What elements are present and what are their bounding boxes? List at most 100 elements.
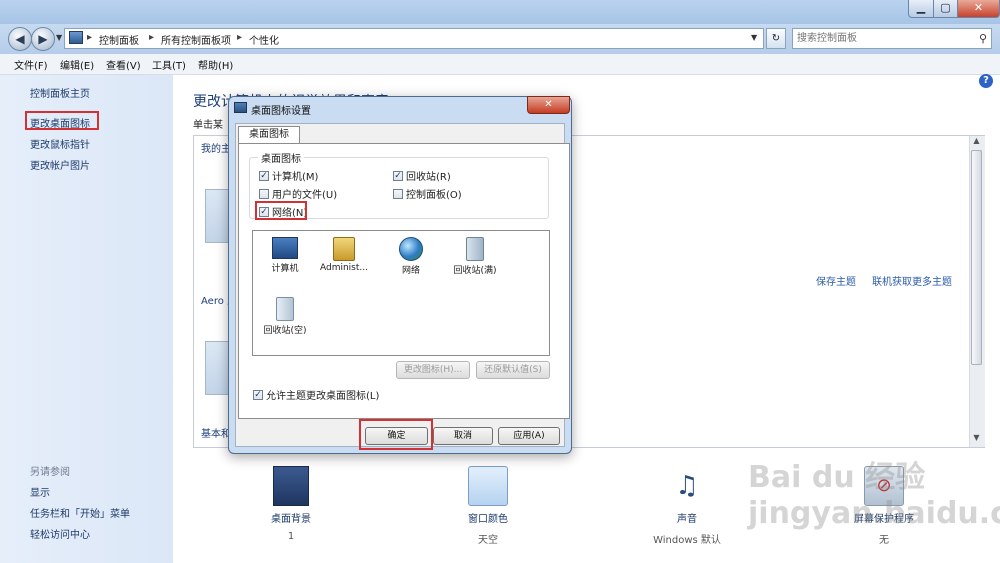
- desktop-icon-list[interactable]: 计算机 Administ... 网络 回收站(满) 回收站(空): [252, 230, 550, 356]
- breadcrumb-separator-icon: ▸: [87, 32, 93, 43]
- taskbar-start-menu-link[interactable]: 任务栏和「开始」菜单: [30, 505, 130, 520]
- forward-button[interactable]: ▶: [31, 27, 55, 51]
- dialog-title: 桌面图标设置: [251, 106, 311, 117]
- dialog-close-button[interactable]: ✕: [527, 96, 570, 114]
- menu-tools[interactable]: 工具(T): [152, 57, 186, 72]
- breadcrumb-personalization[interactable]: 个性化: [249, 32, 279, 47]
- breadcrumb-all-items[interactable]: 所有控制面板项: [161, 32, 231, 47]
- list-item-label: Administ...: [320, 263, 368, 273]
- maximize-button[interactable]: ▢: [933, 0, 958, 18]
- breadcrumb-separator-icon: ▸: [237, 32, 243, 43]
- cancel-button[interactable]: 取消: [433, 427, 493, 445]
- menu-help[interactable]: 帮助(H): [198, 57, 233, 72]
- save-theme-link[interactable]: 保存主题: [816, 273, 856, 288]
- scrollbar-thumb[interactable]: [971, 150, 982, 365]
- checkbox-user-files[interactable]: 用户的文件(U): [259, 186, 337, 201]
- menu-edit[interactable]: 编辑(E): [60, 57, 94, 72]
- list-item[interactable]: 网络: [376, 237, 446, 276]
- sounds-label: 声音: [677, 514, 697, 525]
- desktop-icon-settings-dialog: 桌面图标设置 ✕ 桌面图标 桌面图标 ✓ 计算机(M) ✓ 回收站(R) 用户的文件…: [228, 96, 572, 454]
- window-color-label: 窗口颜色: [468, 514, 508, 525]
- back-button[interactable]: ◀: [8, 27, 32, 51]
- window-color-icon: [468, 466, 508, 506]
- my-themes-heading: 我的主: [201, 144, 231, 155]
- get-more-themes-link[interactable]: 联机获取更多主题: [872, 273, 952, 288]
- see-also-heading: 另请参阅: [30, 467, 70, 478]
- breadcrumb-separator-icon: ▸: [149, 32, 155, 43]
- checkbox-allow-themes[interactable]: ✓ 允许主题更改桌面图标(L): [253, 387, 379, 402]
- window-titlebar: [0, 0, 1000, 24]
- scroll-down-icon[interactable]: ▼: [969, 433, 984, 447]
- sounds-item[interactable]: ♫ 声音 Windows 默认: [627, 466, 747, 546]
- restore-default-button[interactable]: 还原默认值(S): [476, 361, 550, 379]
- list-item[interactable]: 回收站(满): [440, 237, 510, 276]
- minimize-button[interactable]: ▁: [908, 0, 934, 18]
- desktop-background-item[interactable]: 桌面背景 1: [231, 466, 351, 542]
- recycle-bin-full-icon: [466, 237, 484, 261]
- checkbox-label: 用户的文件(U): [272, 190, 338, 201]
- recycle-bin-empty-icon: [276, 297, 294, 321]
- list-item-label: 回收站(满): [453, 266, 497, 276]
- checkbox-unchecked-icon: [393, 188, 403, 199]
- address-field[interactable]: ▸ 控制面板 ▸ 所有控制面板项 ▸ 个性化 ▼: [64, 28, 764, 49]
- list-item-label: 网络: [401, 266, 420, 276]
- computer-icon: [272, 237, 298, 259]
- checkbox-unchecked-icon: [259, 188, 269, 199]
- page-subtitle: 单击某: [193, 120, 223, 131]
- checkbox-checked-icon: ✓: [259, 170, 269, 181]
- window-color-value: 天空: [478, 535, 498, 546]
- checkbox-recycle-bin[interactable]: ✓ 回收站(R): [393, 168, 451, 183]
- display-link[interactable]: 显示: [30, 484, 50, 499]
- checkbox-computer[interactable]: ✓ 计算机(M): [259, 168, 318, 183]
- window-close-button[interactable]: ✕: [957, 0, 1000, 18]
- address-dropdown-icon[interactable]: ▼: [751, 33, 757, 42]
- list-item-label: 回收站(空): [263, 326, 307, 336]
- checkbox-label: 计算机(M): [272, 172, 319, 183]
- control-panel-icon: [69, 31, 83, 44]
- watermark-text: Bai du 经验 jingyan.baidu.com: [748, 460, 1000, 531]
- search-input[interactable]: [797, 30, 967, 47]
- change-account-picture-link[interactable]: 更改帐户图片: [30, 157, 90, 172]
- breadcrumb-control-panel[interactable]: 控制面板: [99, 32, 139, 47]
- list-item[interactable]: 回收站(空): [250, 297, 320, 336]
- sounds-icon: ♫: [675, 471, 699, 501]
- window-color-item[interactable]: 窗口颜色 天空: [428, 466, 548, 546]
- change-mouse-pointers-link[interactable]: 更改鼠标指针: [30, 136, 90, 151]
- help-icon[interactable]: ?: [979, 74, 993, 88]
- refresh-button[interactable]: ↻: [766, 28, 786, 49]
- scroll-up-icon[interactable]: ▲: [969, 136, 984, 150]
- highlight-box: [359, 419, 433, 450]
- dialog-app-icon: [234, 102, 247, 113]
- forward-arrow-icon: ▶: [38, 32, 48, 46]
- search-icon[interactable]: ⚲: [979, 32, 987, 45]
- desktop-background-label: 桌面背景: [271, 514, 311, 525]
- network-icon: [399, 237, 423, 261]
- checkbox-checked-icon: ✓: [393, 170, 403, 181]
- ease-of-access-link[interactable]: 轻松访问中心: [30, 526, 90, 541]
- baidu-watermark: Bai du 经验 jingyan.baidu.com: [748, 452, 1000, 542]
- desktop-background-value: 1: [287, 531, 295, 542]
- desktop-icons-group-label: 桌面图标: [258, 150, 304, 165]
- menu-bar: 文件(F) 编辑(E) 查看(V) 工具(T) 帮助(H): [0, 54, 1000, 75]
- apply-button[interactable]: 应用(A): [498, 427, 560, 445]
- menu-file[interactable]: 文件(F): [14, 57, 48, 72]
- checkbox-checked-icon: ✓: [253, 389, 263, 400]
- desktop-background-icon: [273, 466, 309, 506]
- list-item[interactable]: Administ...: [309, 237, 379, 273]
- menu-view[interactable]: 查看(V): [106, 57, 141, 72]
- highlight-box: [255, 201, 307, 220]
- checkbox-control-panel[interactable]: 控制面板(O): [393, 186, 462, 201]
- sounds-value: Windows 默认: [653, 535, 721, 546]
- back-arrow-icon: ◀: [15, 32, 25, 46]
- checkbox-label: 回收站(R): [406, 172, 451, 183]
- search-box[interactable]: ⚲: [792, 28, 992, 49]
- highlight-box: [25, 111, 99, 130]
- control-panel-home-link[interactable]: 控制面板主页: [30, 85, 90, 100]
- refresh-icon: ↻: [771, 33, 781, 44]
- tab-desktop-icons[interactable]: 桌面图标: [238, 126, 300, 144]
- change-icon-button[interactable]: 更改图标(H)...: [396, 361, 470, 379]
- user-folder-icon: [333, 237, 355, 261]
- checkbox-label: 允许主题更改桌面图标(L): [266, 391, 380, 402]
- basic-themes-heading: 基本和: [201, 429, 231, 440]
- recent-pages-chevron-icon[interactable]: ▼: [56, 33, 62, 42]
